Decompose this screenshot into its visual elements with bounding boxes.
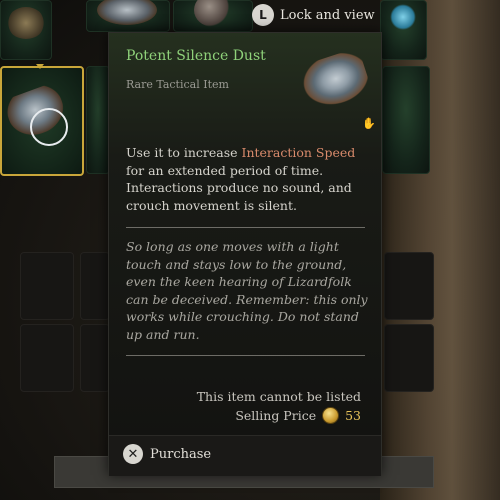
lock-and-view-label: Lock and view (280, 7, 375, 23)
inventory-slot-empty[interactable] (384, 324, 434, 392)
inventory-slot-empty[interactable] (80, 324, 110, 392)
item-title: Potent Silence Dust (126, 48, 266, 64)
item-lore: So long as one moves with a light touch … (126, 239, 368, 342)
item-thumbnail (194, 0, 232, 27)
selling-price-value: 53 (345, 408, 361, 423)
inventory-slot[interactable] (86, 0, 170, 32)
inventory-slot-empty[interactable] (384, 252, 434, 320)
gold-coin-icon (322, 407, 340, 424)
inventory-slot-empty[interactable] (20, 252, 74, 320)
item-description: Use it to increase Interaction Speed for… (126, 144, 370, 214)
lock-view-button-icon: L (252, 4, 274, 26)
inventory-slot[interactable] (380, 0, 427, 60)
item-rarity: Rare Tactical Item (126, 78, 229, 91)
inventory-slot[interactable] (382, 66, 430, 174)
selection-marker (36, 64, 44, 69)
purchase-button[interactable]: ✕ Purchase (123, 444, 211, 464)
selling-price-label: Selling Price (235, 408, 317, 423)
inventory-slot[interactable] (86, 66, 110, 174)
inventory-slot-empty[interactable] (20, 324, 74, 392)
hands-icon: ✋ (362, 117, 376, 130)
item-thumbnail (7, 7, 45, 39)
inventory-slot[interactable] (0, 0, 52, 60)
inventory-slot-selected[interactable] (0, 64, 84, 176)
inventory-slot-empty[interactable] (80, 252, 110, 320)
divider (126, 227, 365, 228)
cursor-ring (30, 108, 68, 146)
lock-and-view-hint[interactable]: L Lock and view (252, 2, 375, 28)
selling-price-row: Selling Price 53 (235, 407, 361, 424)
inventory-slot[interactable] (173, 0, 253, 32)
tooltip-footer: ✕ Purchase (109, 435, 381, 476)
item-tooltip: Potent Silence Dust Rare Tactical Item ✋… (108, 32, 382, 476)
item-thumbnail (389, 3, 417, 31)
item-thumbnail (97, 0, 157, 25)
description-suffix: for an extended period of time. Interact… (126, 162, 352, 213)
purchase-label: Purchase (150, 446, 212, 462)
x-button-icon: ✕ (123, 444, 143, 464)
item-image (297, 47, 373, 113)
description-prefix: Use it to increase (126, 145, 242, 160)
divider (126, 355, 365, 356)
listing-note: This item cannot be listed (196, 389, 361, 404)
silence-dust-image (297, 47, 373, 113)
description-highlight: Interaction Speed (241, 145, 356, 160)
